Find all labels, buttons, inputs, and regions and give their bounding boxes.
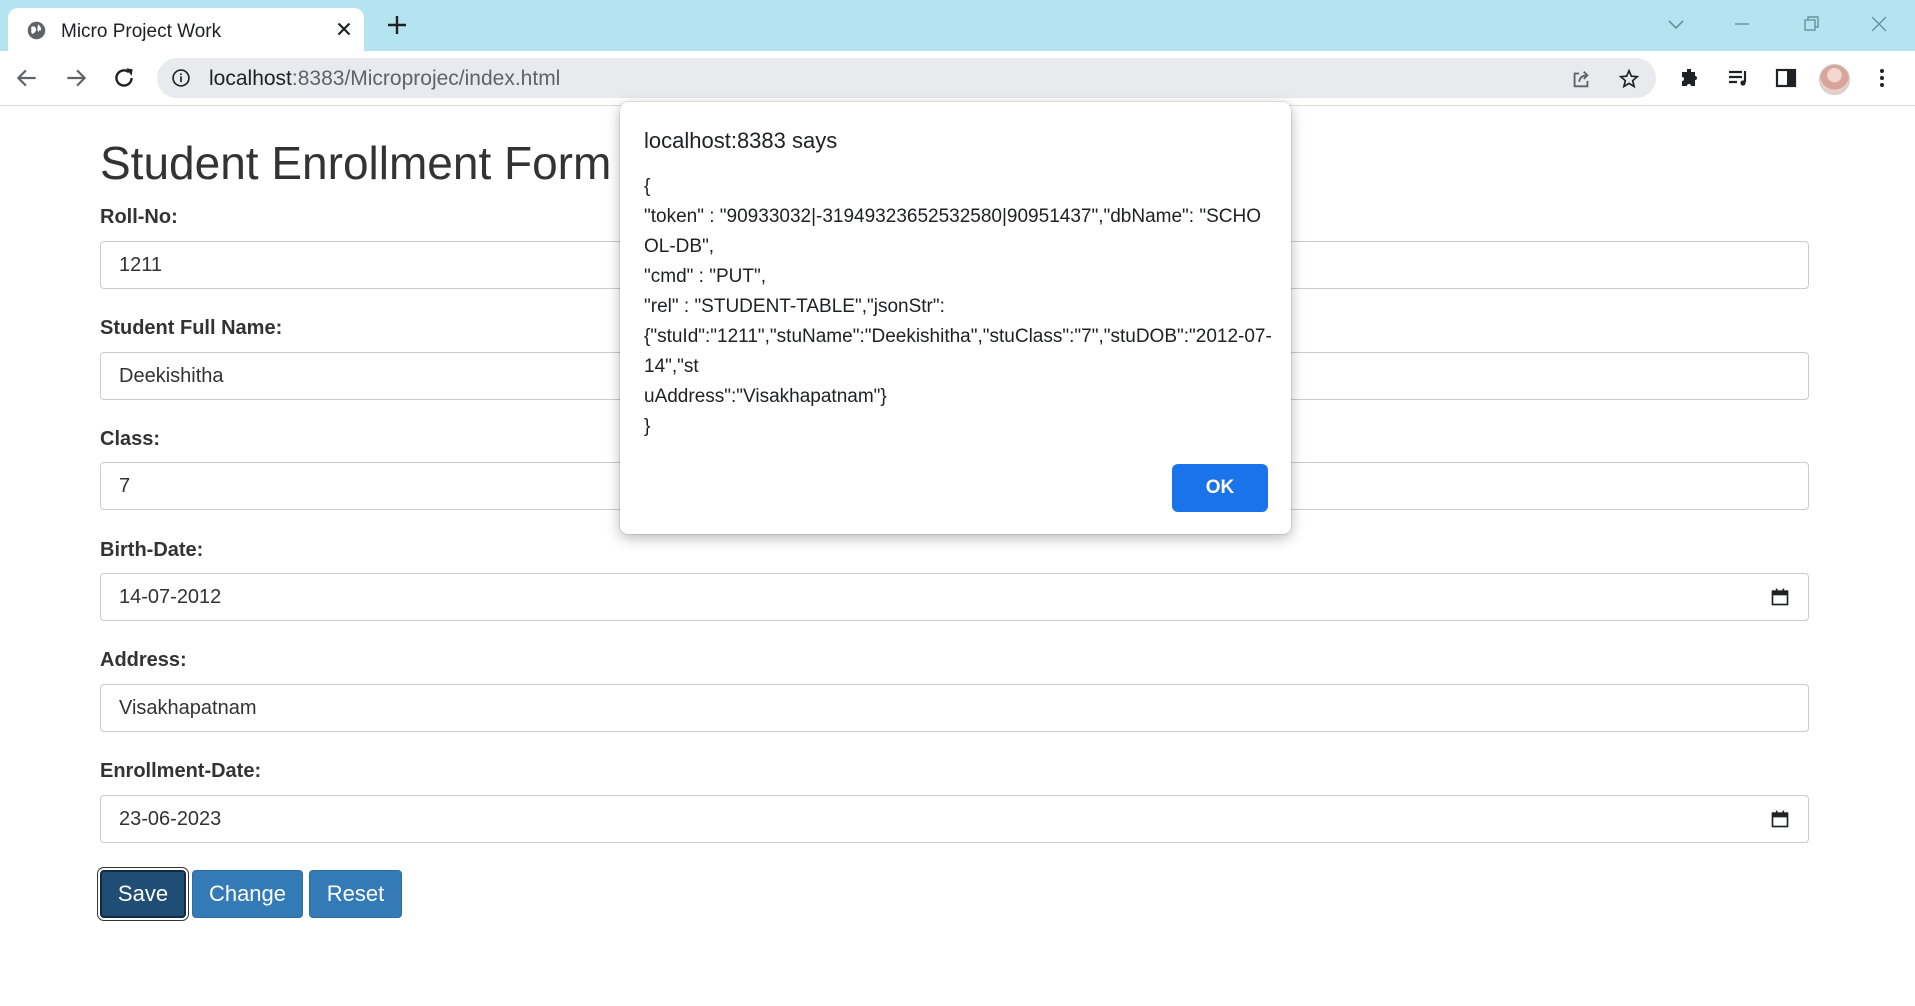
address-bar[interactable]: localhost:8383/Microprojec/index.html xyxy=(157,58,1656,98)
class-label: Class: xyxy=(100,428,161,450)
close-window-icon[interactable] xyxy=(1867,12,1891,36)
birth-date-value: 14-07-2012 xyxy=(119,586,222,608)
enrollment-date-label: Enrollment-Date: xyxy=(100,760,262,782)
dialog-title: localhost:8383 says xyxy=(644,128,838,153)
restore-icon[interactable] xyxy=(1799,12,1823,36)
address-label: Address: xyxy=(100,649,187,671)
dialog-message: { "token" : "90933032|-31949323652532580… xyxy=(644,176,1272,437)
tab-search-chevron-icon[interactable] xyxy=(1664,12,1688,36)
url-text[interactable]: localhost:8383/Microprojec/index.html xyxy=(209,67,560,91)
save-button[interactable]: Save xyxy=(100,870,186,918)
site-info-icon[interactable] xyxy=(171,68,191,88)
profile-avatar[interactable] xyxy=(1819,64,1850,95)
calendar-icon[interactable] xyxy=(1770,809,1790,829)
more-menu-icon[interactable] xyxy=(1870,66,1894,90)
back-icon[interactable] xyxy=(14,65,40,91)
close-tab-icon[interactable] xyxy=(333,18,355,40)
share-icon[interactable] xyxy=(1570,68,1592,90)
browser-tab[interactable]: Micro Project Work xyxy=(8,8,364,51)
roll-no-label: Roll-No: xyxy=(100,206,178,228)
browser-toolbar: localhost:8383/Microprojec/index.html xyxy=(0,51,1915,106)
url-host: localhost xyxy=(209,67,292,90)
ok-button[interactable]: OK xyxy=(1172,464,1268,512)
calendar-icon[interactable] xyxy=(1770,587,1790,607)
birth-date-label: Birth-Date: xyxy=(100,539,204,561)
forward-icon[interactable] xyxy=(63,65,89,91)
enrollment-date-value: 23-06-2023 xyxy=(119,808,222,830)
student-name-label: Student Full Name: xyxy=(100,317,283,339)
reload-icon[interactable] xyxy=(111,65,137,91)
address-input[interactable]: Visakhapatnam xyxy=(100,684,1809,732)
browser-tab-strip: Micro Project Work xyxy=(0,0,1915,51)
bookmark-star-icon[interactable] xyxy=(1618,68,1640,90)
new-tab-icon[interactable] xyxy=(385,13,409,37)
side-panel-icon[interactable] xyxy=(1774,66,1798,90)
url-path: :8383/Microprojec/index.html xyxy=(291,67,561,90)
alert-dialog: localhost:8383 says { "token" : "9093303… xyxy=(620,102,1291,534)
globe-icon xyxy=(27,21,46,40)
extensions-icon[interactable] xyxy=(1678,66,1702,90)
enrollment-date-input[interactable]: 23-06-2023 xyxy=(100,795,1809,843)
media-queue-icon[interactable] xyxy=(1726,66,1750,90)
change-button[interactable]: Change xyxy=(192,870,303,918)
tab-title: Micro Project Work xyxy=(61,21,222,42)
form-title: Student Enrollment Form ( xyxy=(100,137,640,189)
birth-date-input[interactable]: 14-07-2012 xyxy=(100,573,1809,621)
minimize-icon[interactable] xyxy=(1730,12,1754,36)
reset-button[interactable]: Reset xyxy=(309,870,402,918)
